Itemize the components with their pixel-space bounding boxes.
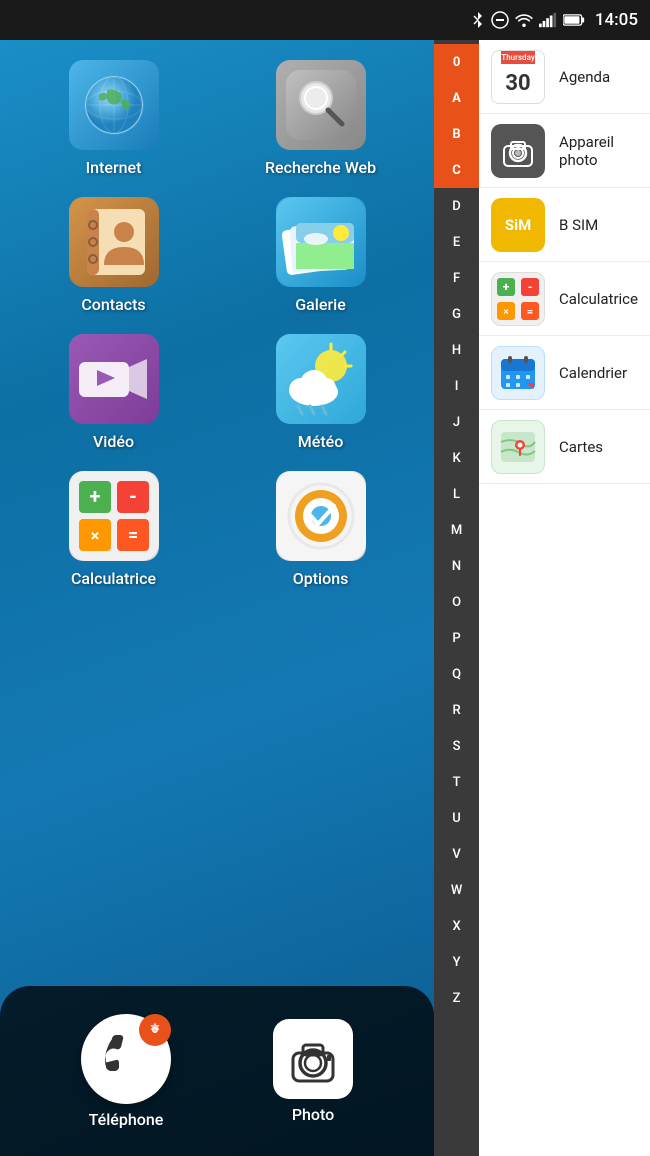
video-icon — [69, 334, 159, 424]
alpha-0[interactable]: 0 — [434, 44, 479, 80]
list-item-cartes[interactable]: Cartes — [479, 410, 650, 484]
alpha-p[interactable]: P — [434, 620, 479, 656]
photo-dock-label: Photo — [292, 1105, 334, 1124]
alpha-m[interactable]: M — [434, 512, 479, 548]
alpha-f[interactable]: F — [434, 260, 479, 296]
list-item-bsim[interactable]: SiM B SIM — [479, 188, 650, 262]
main-area: Internet — [0, 40, 650, 1156]
agenda-list-label: Agenda — [559, 68, 610, 86]
alpha-g[interactable]: G — [434, 296, 479, 332]
galerie-label: Galerie — [295, 295, 345, 314]
alpha-n[interactable]: N — [434, 548, 479, 584]
app-internet[interactable]: Internet — [20, 60, 207, 177]
battery-icon — [563, 13, 585, 27]
alpha-o[interactable]: O — [434, 584, 479, 620]
alpha-s[interactable]: S — [434, 728, 479, 764]
signal-icon — [539, 12, 557, 28]
alpha-strip: 0 A B C D E F G H I J K L M N O P Q R S … — [434, 40, 479, 1156]
contacts-icon — [69, 197, 159, 287]
calculatrice-icon: + - × = — [69, 471, 159, 561]
agenda-list-icon: Thursday 30 — [491, 50, 545, 104]
alpha-w[interactable]: W — [434, 872, 479, 908]
app-calculatrice[interactable]: + - × = Calculatrice — [20, 471, 207, 588]
app-grid: Internet — [0, 40, 434, 986]
meteo-icon — [276, 334, 366, 424]
alpha-x[interactable]: X — [434, 908, 479, 944]
telephone-dock-label: Téléphone — [89, 1110, 164, 1129]
alpha-j[interactable]: J — [434, 404, 479, 440]
bsim-list-label: B SIM — [559, 216, 598, 234]
dock: Téléphone Photo — [0, 986, 434, 1156]
calculatrice-list-label: Calculatrice — [559, 290, 638, 308]
home-screen: Internet — [0, 40, 434, 1156]
alpha-z[interactable]: Z — [434, 980, 479, 1016]
bsim-list-icon: SiM — [491, 198, 545, 252]
app-list: Thursday 30 Agenda Appareil photo — [479, 40, 650, 1156]
appareil-photo-list-label: Appareil photo — [559, 133, 638, 169]
options-label: Options — [293, 569, 349, 588]
internet-icon — [69, 60, 159, 150]
calculatrice-list-icon: + - × = — [491, 272, 545, 326]
svg-text:+: + — [89, 484, 100, 508]
alpha-r[interactable]: R — [434, 692, 479, 728]
list-item-agenda[interactable]: Thursday 30 Agenda — [479, 40, 650, 114]
video-label: Vidéo — [93, 432, 134, 451]
calculatrice-label: Calculatrice — [71, 569, 156, 588]
app-meteo[interactable]: Météo — [227, 334, 414, 451]
alpha-b[interactable]: B — [434, 116, 479, 152]
internet-label: Internet — [86, 158, 142, 177]
svg-text:-: - — [129, 484, 137, 508]
alpha-i[interactable]: I — [434, 368, 479, 404]
alpha-h[interactable]: H — [434, 332, 479, 368]
list-item-calculatrice[interactable]: + - × = Calculatrice — [479, 262, 650, 336]
alpha-d[interactable]: D — [434, 188, 479, 224]
alpha-t[interactable]: T — [434, 764, 479, 800]
app-contacts[interactable]: Contacts — [20, 197, 207, 314]
svg-text:=: = — [527, 305, 533, 318]
alpha-u[interactable]: U — [434, 800, 479, 836]
dock-telephone[interactable]: Téléphone — [81, 1014, 171, 1129]
alpha-c[interactable]: C — [434, 152, 479, 188]
alpha-k[interactable]: K — [434, 440, 479, 476]
alpha-l[interactable]: L — [434, 476, 479, 512]
status-bar: 14:05 — [0, 0, 650, 40]
app-options[interactable]: Options — [227, 471, 414, 588]
alpha-a[interactable]: A — [434, 80, 479, 116]
status-icons: 14:05 — [471, 10, 638, 30]
alpha-q[interactable]: Q — [434, 656, 479, 692]
calendrier-list-icon — [491, 346, 545, 400]
list-item-calendrier[interactable]: Calendrier — [479, 336, 650, 410]
svg-text:+: + — [503, 280, 510, 294]
right-panel: 0 A B C D E F G H I J K L M N O P Q R S … — [434, 40, 650, 1156]
appareil-photo-list-icon — [491, 124, 545, 178]
recherche-label: Recherche Web — [265, 158, 376, 177]
phone-dock-container — [81, 1014, 171, 1104]
calendrier-list-label: Calendrier — [559, 364, 627, 382]
svg-text:-: - — [528, 280, 533, 294]
alpha-v[interactable]: V — [434, 836, 479, 872]
app-video[interactable]: Vidéo — [20, 334, 207, 451]
galerie-icon — [276, 197, 366, 287]
dock-photo[interactable]: Photo — [273, 1019, 353, 1124]
list-item-appareil-photo[interactable]: Appareil photo — [479, 114, 650, 188]
status-time: 14:05 — [595, 10, 638, 30]
bluetooth-icon — [471, 11, 485, 29]
photo-dock-bg — [273, 1019, 353, 1099]
svg-text:×: × — [503, 307, 508, 318]
cartes-list-label: Cartes — [559, 438, 603, 456]
dnd-icon — [491, 11, 509, 29]
svg-text:=: = — [127, 525, 137, 546]
wifi-icon — [515, 13, 533, 27]
alpha-e[interactable]: E — [434, 224, 479, 260]
options-icon — [276, 471, 366, 561]
phone-settings-badge — [139, 1014, 171, 1046]
cartes-list-icon — [491, 420, 545, 474]
app-recherche-web[interactable]: Recherche Web — [227, 60, 414, 177]
svg-text:×: × — [90, 526, 99, 545]
recherche-icon — [276, 60, 366, 150]
meteo-label: Météo — [298, 432, 344, 451]
alpha-y[interactable]: Y — [434, 944, 479, 980]
app-galerie[interactable]: Galerie — [227, 197, 414, 314]
contacts-label: Contacts — [81, 295, 145, 314]
